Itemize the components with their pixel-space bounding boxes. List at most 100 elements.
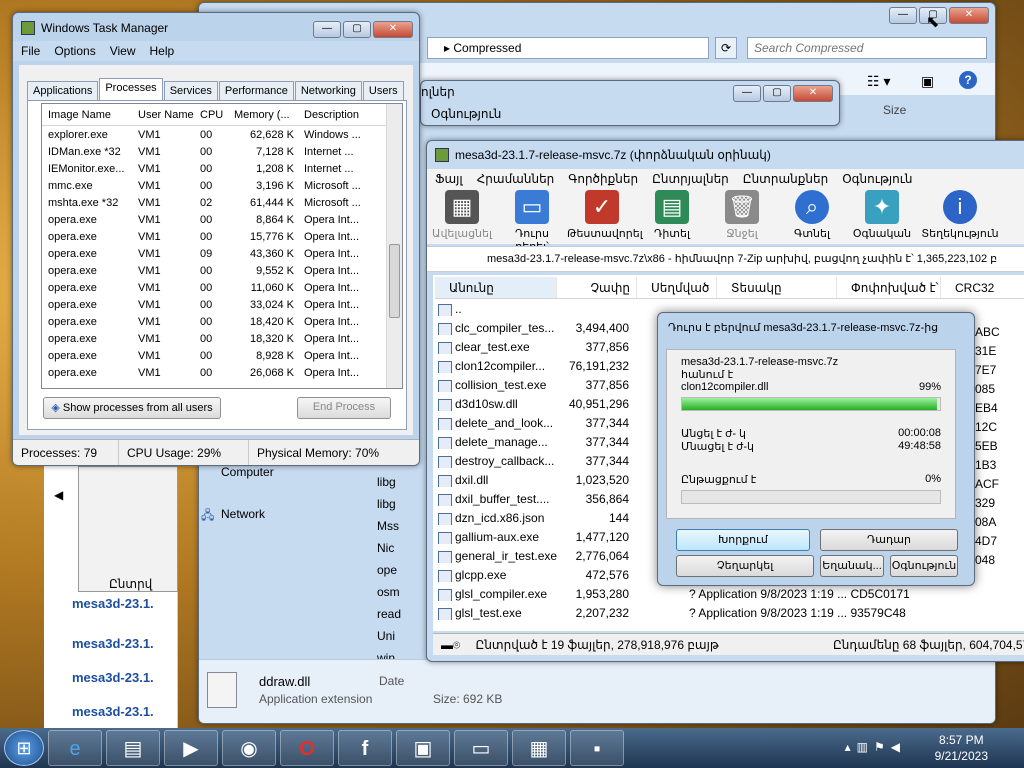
table-row[interactable]: opera.exe VM1 00 8,864 K Opera Int...	[42, 211, 402, 228]
table-row[interactable]: mmc.exe VM1 00 3,196 K Microsoft ...	[42, 177, 402, 194]
list-item[interactable]: Uni	[377, 629, 395, 643]
clock[interactable]: 8:57 PM 9/21/2023	[935, 732, 988, 764]
tool-info-button[interactable]: i Տեղեկություն	[917, 186, 1003, 244]
column-modified[interactable]: Փոփոխված է՝	[837, 277, 941, 298]
menu-view[interactable]: View	[110, 44, 136, 58]
list-item[interactable]: mesa3d-23.1.	[72, 704, 154, 719]
ie-icon[interactable]: e	[48, 730, 102, 766]
tab-applications[interactable]: Applications	[27, 81, 99, 100]
table-row[interactable]: opera.exe VM1 00 26,068 K Opera Int...	[42, 364, 402, 381]
table-row[interactable]: opera.exe VM1 00 18,420 K Opera Int...	[42, 313, 402, 330]
list-item[interactable]: read	[377, 607, 401, 621]
list-item[interactable]: libg	[377, 475, 396, 489]
close-button[interactable]: ✕	[949, 7, 989, 24]
network-icon[interactable]: ▥	[857, 740, 874, 754]
winrar-icon[interactable]: ▦	[512, 730, 566, 766]
table-row[interactable]: opera.exe VM1 00 9,552 K Opera Int...	[42, 262, 402, 279]
column-size[interactable]: Չափը	[557, 277, 637, 298]
list-item[interactable]: mesa3d-23.1.	[72, 670, 154, 685]
table-row[interactable]: delete_manage... 377,344	[435, 432, 1024, 451]
table-row[interactable]: general_ir_test.exe 2,776,064	[435, 546, 1024, 565]
table-row[interactable]: dxil_buffer_test.... 356,864	[435, 489, 1024, 508]
nav-computer[interactable]: Computer	[221, 465, 274, 479]
tab-processes[interactable]: Processes	[99, 78, 163, 100]
list-item[interactable]: mesa3d-23.1.	[72, 636, 154, 651]
table-row[interactable]: gallium-aux.exe 1,477,120	[435, 527, 1024, 546]
menu-file[interactable]: Ֆայլ	[435, 172, 463, 186]
terminal-icon[interactable]: ▪	[570, 730, 624, 766]
address-bar[interactable]: ▸ Compressed	[427, 37, 709, 59]
column-crc[interactable]: CRC32	[941, 277, 1024, 298]
list-item[interactable]: ope	[377, 563, 397, 577]
list-item[interactable]: libg	[377, 497, 396, 511]
table-row[interactable]: clear_test.exe 377,856	[435, 337, 1024, 356]
menu-options[interactable]: Options	[54, 44, 95, 58]
table-row[interactable]: d3d10sw.dll 40,951,296	[435, 394, 1024, 413]
table-row[interactable]: clc_compiler_tes... 3,494,400	[435, 318, 1024, 337]
refresh-button[interactable]: ⟳	[715, 37, 737, 59]
table-row[interactable]: collision_test.exe 377,856	[435, 375, 1024, 394]
close-button[interactable]: ✕	[793, 85, 833, 102]
table-row[interactable]: opera.exe VM1 00 18,320 K Opera Int...	[42, 330, 402, 347]
control-panel-icon[interactable]: ▣	[396, 730, 450, 766]
tab-networking[interactable]: Networking	[294, 81, 362, 100]
menu-help[interactable]: Օգնություն	[842, 172, 912, 186]
minimize-button[interactable]: —	[313, 21, 341, 38]
tool-add-button[interactable]: ▦ Ավելացնել	[427, 186, 497, 244]
explorer-icon[interactable]: ▤	[106, 730, 160, 766]
table-row[interactable]: clon12compiler... 76,191,232	[435, 356, 1024, 375]
menu-item[interactable]: ոլներ	[421, 85, 455, 99]
minimize-button[interactable]: —	[733, 85, 761, 102]
table-row[interactable]: IDMan.exe *32 VM1 00 7,128 K Internet ...	[42, 143, 402, 160]
list-item[interactable]: mesa3d-23.1.	[72, 596, 154, 611]
view-icon[interactable]: ☷ ▾	[867, 73, 890, 90]
menu-tools[interactable]: Գործիքներ	[568, 172, 638, 186]
column-cpu[interactable]: CPU	[194, 109, 228, 121]
table-row[interactable]: dzn_icd.x86.json 144	[435, 508, 1024, 527]
menu-file[interactable]: File	[21, 44, 40, 58]
column-name[interactable]: Անունը	[435, 277, 557, 298]
column-type[interactable]: Տեսակը	[717, 277, 837, 298]
table-row[interactable]: opera.exe VM1 09 43,360 K Opera Int...	[42, 245, 402, 262]
column-image-name[interactable]: Image Name	[42, 109, 132, 121]
nav-network[interactable]: Network	[221, 507, 265, 521]
table-row[interactable]: opera.exe VM1 00 8,928 K Opera Int...	[42, 347, 402, 364]
sevenzip-path-bar[interactable]: mesa3d-23.1.7-release-msvc.7z\x86 - հիմն…	[427, 246, 1024, 272]
scrollbar-thumb[interactable]	[389, 244, 400, 318]
table-row[interactable]: ..	[435, 299, 1024, 318]
facebook-icon[interactable]: f	[338, 730, 392, 766]
tool-find-button[interactable]: ⌕ Գտնել	[777, 186, 847, 244]
tray-arrow-icon[interactable]: ▴	[845, 740, 857, 754]
table-row[interactable]: IEMonitor.exe... VM1 00 1,208 K Internet ...	[42, 160, 402, 177]
tool-test-button[interactable]: ✓ Թեստավորել	[567, 186, 643, 244]
opera-icon[interactable]: O	[280, 730, 334, 766]
chrome-icon[interactable]: ◉	[222, 730, 276, 766]
minimize-button[interactable]: —	[889, 7, 917, 24]
list-item[interactable]: Mss	[377, 519, 399, 533]
tool-view-button[interactable]: ▤ Դիտել	[637, 186, 707, 244]
volume-icon[interactable]: ◀	[891, 740, 906, 754]
tab-performance[interactable]: Performance	[218, 81, 294, 100]
tab-users[interactable]: Users	[362, 81, 404, 100]
preview-pane-icon[interactable]: ▣	[921, 73, 934, 90]
table-row[interactable]: opera.exe VM1 00 15,776 K Opera Int...	[42, 228, 402, 245]
close-button[interactable]: ✕	[373, 21, 413, 38]
show-all-users-button[interactable]: ◈ Show processes from all users	[43, 397, 221, 419]
media-icon[interactable]: ▶	[164, 730, 218, 766]
tab-services[interactable]: Services	[163, 81, 218, 100]
table-row[interactable]: explorer.exe VM1 00 62,628 K Windows ...	[42, 126, 402, 143]
table-row[interactable]: dxil.dll 1,023,520	[435, 470, 1024, 489]
column-memory[interactable]: Memory (...	[228, 109, 298, 121]
table-row[interactable]: glsl_test.exe 2,207,232 ? Application 9/8/…	[435, 603, 1024, 622]
maximize-button[interactable]: ▢	[343, 21, 371, 38]
process-scrollbar[interactable]	[386, 104, 402, 388]
menu-favorites[interactable]: Ընտրյալներ	[652, 172, 729, 186]
table-row[interactable]: delete_and_look... 377,344	[435, 413, 1024, 432]
tool-wizard-button[interactable]: ✦ Օգնական	[847, 186, 917, 244]
search-input[interactable]	[747, 37, 987, 59]
column-header-size[interactable]: Size	[883, 103, 906, 117]
menu-options[interactable]: Ընտրանքներ	[743, 172, 828, 186]
column-user-name[interactable]: User Name	[132, 109, 194, 121]
table-row[interactable]: opera.exe VM1 00 33,024 K Opera Int...	[42, 296, 402, 313]
column-description[interactable]: Description	[298, 109, 388, 121]
